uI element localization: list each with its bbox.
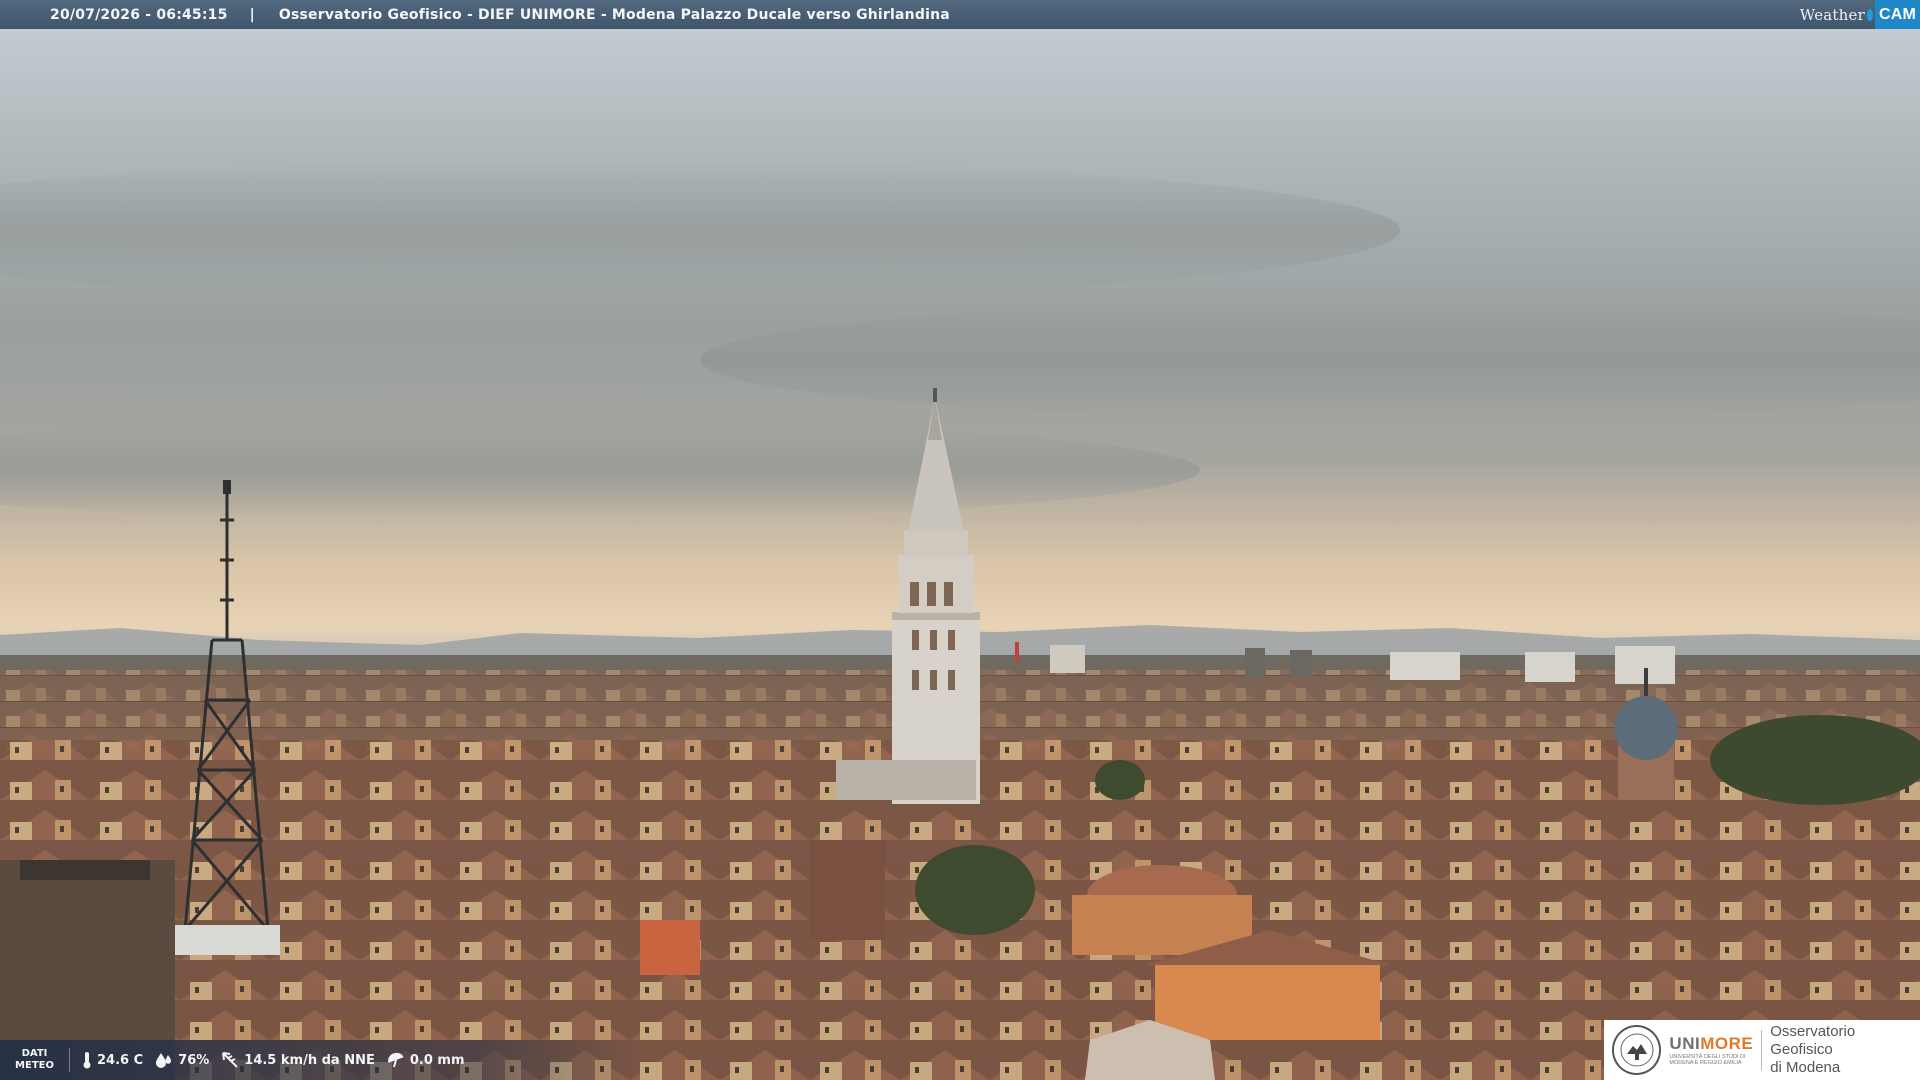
timestamp: 20/07/2026 - 06:45:15: [50, 6, 228, 23]
humidity-value: 76%: [178, 1052, 210, 1068]
weather-data-bar: DATI METEO 24.6 C 76% 14.5 km/h da NNE 0…: [0, 1040, 640, 1080]
camera-info-bar: 20/07/2026 - 06:45:15 | Osservatorio Geo…: [0, 0, 1920, 29]
rain-value: 0.0 mm: [409, 1052, 465, 1068]
weather-data-label: DATI METEO: [0, 1048, 70, 1072]
unimore-seal-icon: [1612, 1025, 1662, 1075]
title-separator: |: [249, 6, 255, 23]
wind-direction-icon: [222, 1052, 238, 1068]
umbrella-icon: [387, 1052, 404, 1068]
webcam-image: [0, 0, 1920, 1080]
rain-reading: 0.0 mm: [387, 1052, 465, 1068]
weathercam-logo-cam: CAM: [1874, 0, 1920, 29]
weather-data-label-line2: METEO: [15, 1060, 54, 1071]
camera-title: Osservatorio Geofisico - DIEF UNIMORE - …: [278, 6, 950, 23]
weathercam-logo-icon: [1866, 8, 1873, 21]
unimore-name: UNIMORE: [1669, 1034, 1753, 1054]
observatory-name: Osservatorio Geofisico di Modena: [1770, 1023, 1920, 1077]
unimore-name-more: MORE: [1700, 1034, 1754, 1053]
logo-divider: [1761, 1030, 1763, 1070]
unimore-wordmark: UNIMORE UNIVERSITÀ DEGLI STUDI DI MODENA…: [1669, 1034, 1753, 1066]
wind-reading: 14.5 km/h da NNE: [221, 1051, 375, 1069]
wind-value: 14.5 km/h da NNE: [244, 1052, 375, 1068]
humidity-reading: 76%: [155, 1052, 209, 1068]
weathercam-logo: Weather CAM: [1800, 0, 1920, 29]
temperature-reading: 24.6 C: [82, 1051, 143, 1069]
unimore-subtitle-2: MODENA E REGGIO EMILIA: [1669, 1060, 1742, 1066]
humidity-drops-icon: [156, 1053, 172, 1068]
observatory-name-line2: di Modena: [1770, 1059, 1841, 1076]
observatory-name-line1: Osservatorio Geofisico: [1770, 1023, 1856, 1058]
thermometer-icon: [83, 1052, 91, 1069]
weathercam-logo-weather: Weather: [1799, 5, 1865, 24]
unimore-name-uni: UNI: [1669, 1034, 1701, 1053]
weather-data-label-line1: DATI: [21, 1048, 48, 1059]
unimore-logo-box: UNIMORE UNIVERSITÀ DEGLI STUDI DI MODENA…: [1604, 1020, 1920, 1080]
temperature-value: 24.6 C: [97, 1052, 144, 1068]
